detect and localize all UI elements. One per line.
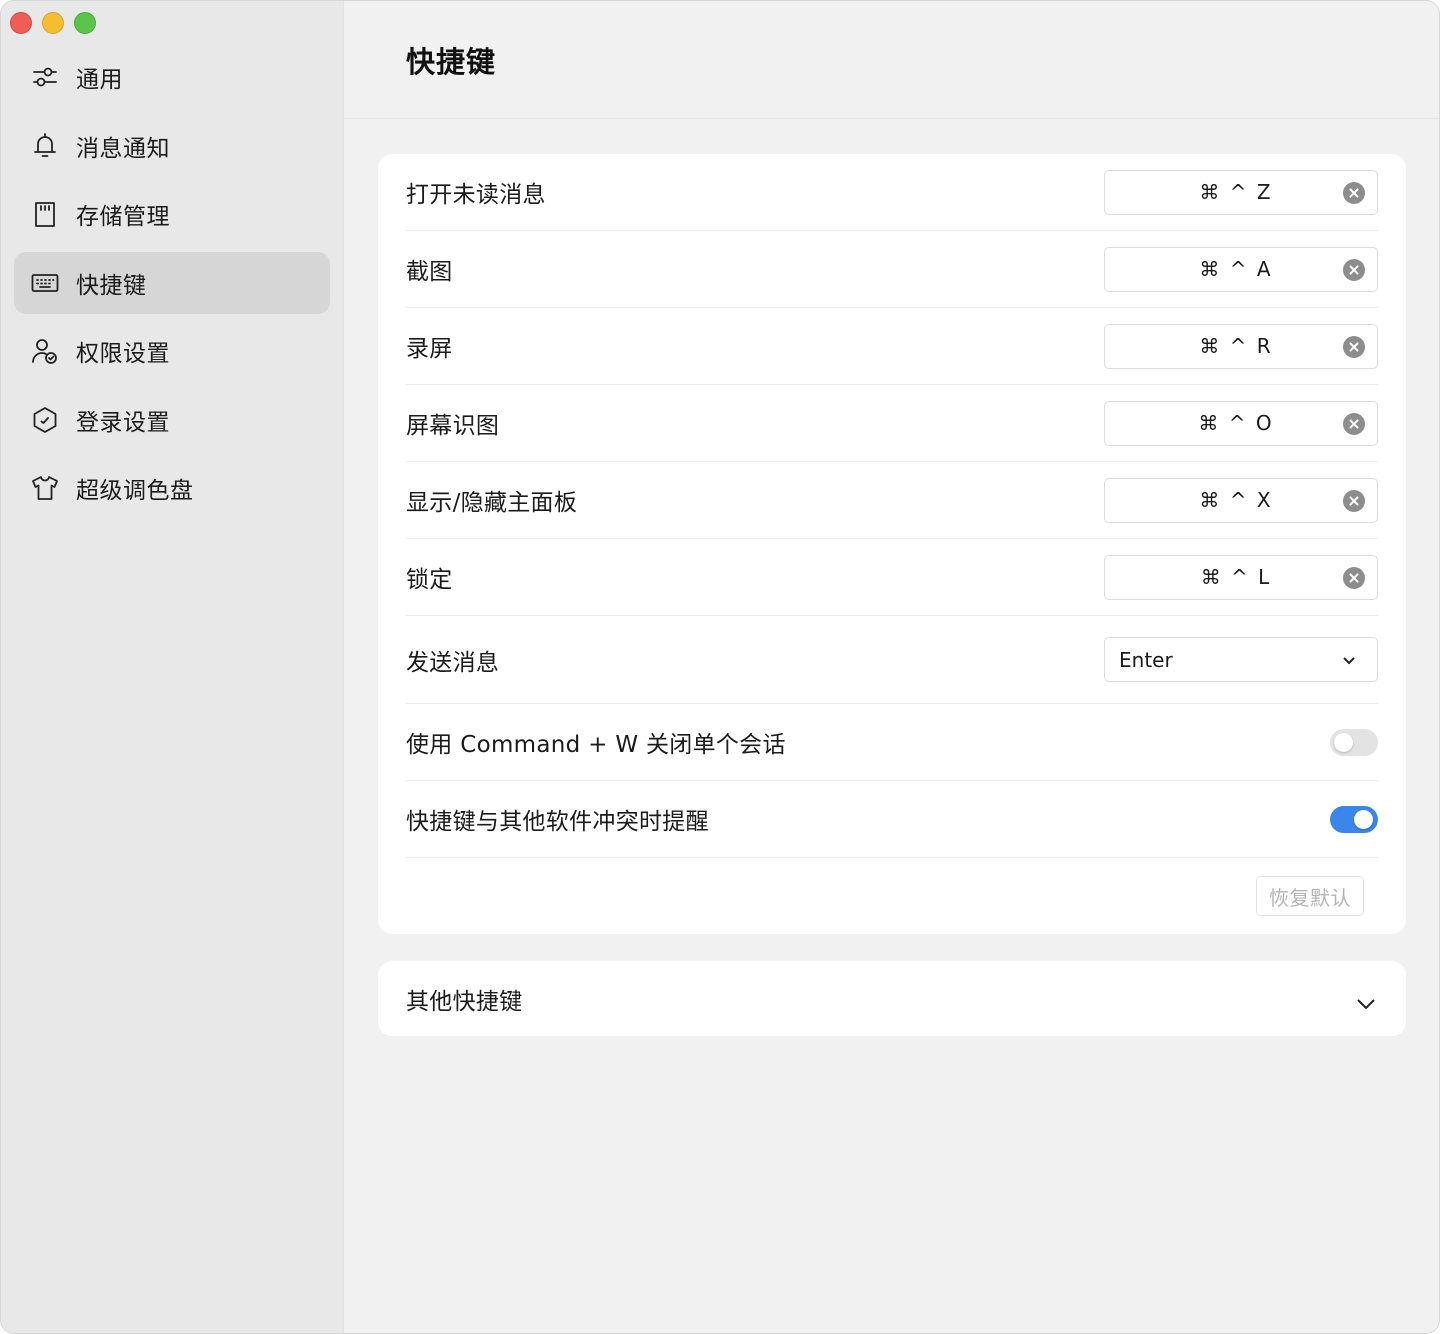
clear-shortcut-icon[interactable] bbox=[1343, 566, 1365, 589]
window-controls bbox=[10, 12, 96, 34]
sidebar-item-palette[interactable]: 超级调色盘 bbox=[14, 457, 330, 519]
sd-card-icon bbox=[29, 198, 61, 230]
sidebar-item-general[interactable]: 通用 bbox=[14, 46, 330, 108]
shortcut-recorder[interactable]: ⌘ ^ X bbox=[1104, 477, 1378, 523]
toggle-knob bbox=[1354, 809, 1373, 829]
shortcut-keys: ⌘ ^ O bbox=[1198, 411, 1274, 435]
shortcut-recorder[interactable]: ⌘ ^ R bbox=[1104, 323, 1378, 369]
send-message-label: 发送消息 bbox=[406, 649, 500, 676]
command-w-toggle[interactable] bbox=[1330, 728, 1378, 756]
user-shield-icon bbox=[29, 335, 61, 367]
restore-defaults-button[interactable]: 恢复默认 bbox=[1256, 876, 1364, 916]
clear-shortcut-icon[interactable] bbox=[1343, 412, 1365, 435]
close-window-button[interactable] bbox=[10, 12, 32, 34]
shortcut-row-record-screen: 录屏 ⌘ ^ R bbox=[406, 308, 1378, 385]
send-message-row: 发送消息 Enter bbox=[406, 616, 1378, 704]
chevron-down-icon[interactable] bbox=[1354, 978, 1378, 1020]
shortcut-row-screenshot: 截图 ⌘ ^ A bbox=[406, 231, 1378, 308]
shortcut-recorder[interactable]: ⌘ ^ Z bbox=[1104, 169, 1378, 215]
sidebar-item-label: 通用 bbox=[76, 67, 123, 93]
shortcut-row-lock: 锁定 ⌘ ^ L bbox=[406, 539, 1378, 616]
sidebar-item-shortcuts[interactable]: 快捷键 bbox=[14, 251, 330, 314]
hexagon-check-icon bbox=[29, 404, 61, 436]
toggle-row-command-w: 使用 Command + W 关闭单个会话 bbox=[406, 704, 1378, 781]
toggle-label: 快捷键与其他软件冲突时提醒 bbox=[406, 809, 709, 835]
shortcut-recorder[interactable]: ⌘ ^ A bbox=[1104, 246, 1378, 292]
shortcut-label: 屏幕识图 bbox=[406, 413, 500, 439]
sidebar-item-label: 快捷键 bbox=[76, 272, 147, 299]
bell-icon bbox=[29, 130, 61, 162]
send-message-value: Enter bbox=[1119, 647, 1173, 672]
sidebar-item-permissions[interactable]: 权限设置 bbox=[14, 320, 330, 382]
other-shortcuts-card[interactable]: 其他快捷键 bbox=[378, 961, 1406, 1036]
shortcut-row-image-recognition: 屏幕识图 ⌘ ^ O bbox=[406, 385, 1378, 462]
sidebar-item-label: 存储管理 bbox=[76, 204, 170, 230]
shortcut-row-toggle-panel: 显示/隐藏主面板 ⌘ ^ X bbox=[406, 462, 1378, 539]
maximize-window-button[interactable] bbox=[74, 12, 96, 34]
clear-shortcut-icon[interactable] bbox=[1343, 181, 1365, 204]
shortcut-keys: ⌘ ^ L bbox=[1200, 565, 1272, 589]
main-panel: 快捷键 打开未读消息 ⌘ ^ Z 截图 ⌘ ^ A 录屏 ⌘ ^ R 屏幕识图 … bbox=[344, 1, 1439, 1333]
shortcuts-card: 打开未读消息 ⌘ ^ Z 截图 ⌘ ^ A 录屏 ⌘ ^ R 屏幕识图 ⌘ ^ … bbox=[378, 154, 1406, 934]
shortcut-label: 显示/隐藏主面板 bbox=[406, 490, 578, 516]
shortcut-recorder[interactable]: ⌘ ^ O bbox=[1104, 400, 1378, 446]
sidebar-nav: 通用 消息通知 存储管理 快捷键 权限设置 登录设置 超级调色盘 bbox=[14, 46, 330, 526]
clear-shortcut-icon[interactable] bbox=[1343, 258, 1365, 281]
keyboard-icon bbox=[29, 267, 61, 299]
conflict-alert-toggle[interactable] bbox=[1330, 805, 1378, 833]
sidebar-item-label: 权限设置 bbox=[76, 341, 170, 367]
chevron-down-icon bbox=[1341, 652, 1357, 668]
minimize-window-button[interactable] bbox=[42, 12, 64, 34]
other-shortcuts-row[interactable]: 其他快捷键 bbox=[406, 961, 1378, 1036]
toggle-row-conflict-alert: 快捷键与其他软件冲突时提醒 bbox=[406, 781, 1378, 858]
sidebar-item-notifications[interactable]: 消息通知 bbox=[14, 115, 330, 177]
clear-shortcut-icon[interactable] bbox=[1343, 489, 1365, 512]
sidebar-item-label: 消息通知 bbox=[76, 135, 170, 162]
shortcut-label: 打开未读消息 bbox=[406, 182, 546, 208]
shortcut-keys: ⌘ ^ X bbox=[1199, 488, 1273, 512]
sidebar-item-storage[interactable]: 存储管理 bbox=[14, 183, 330, 245]
sidebar: 通用 消息通知 存储管理 快捷键 权限设置 登录设置 超级调色盘 bbox=[1, 1, 344, 1333]
shortcut-label: 锁定 bbox=[406, 567, 453, 593]
other-shortcuts-label: 其他快捷键 bbox=[406, 988, 523, 1015]
shortcut-keys: ⌘ ^ A bbox=[1199, 257, 1273, 281]
shortcut-label: 录屏 bbox=[406, 336, 453, 362]
toggle-label: 使用 Command + W 关闭单个会话 bbox=[406, 732, 786, 758]
shortcut-keys: ⌘ ^ Z bbox=[1199, 180, 1273, 204]
clear-shortcut-icon[interactable] bbox=[1343, 335, 1365, 358]
sidebar-item-login[interactable]: 登录设置 bbox=[14, 389, 330, 451]
sliders-icon bbox=[29, 61, 61, 93]
tshirt-icon bbox=[29, 472, 61, 504]
shortcut-recorder[interactable]: ⌘ ^ L bbox=[1104, 554, 1378, 600]
page-header: 快捷键 bbox=[344, 1, 1439, 119]
page-title: 快捷键 bbox=[406, 44, 497, 79]
sidebar-item-label: 登录设置 bbox=[76, 409, 170, 436]
shortcut-label: 截图 bbox=[406, 259, 453, 285]
shortcut-row-open-unread: 打开未读消息 ⌘ ^ Z bbox=[406, 154, 1378, 231]
settings-window: 通用 消息通知 存储管理 快捷键 权限设置 登录设置 超级调色盘 快捷键 打开未… bbox=[0, 0, 1440, 1334]
shortcut-keys: ⌘ ^ R bbox=[1199, 334, 1273, 358]
send-message-select[interactable]: Enter bbox=[1104, 637, 1378, 682]
sidebar-item-label: 超级调色盘 bbox=[76, 478, 194, 504]
toggle-knob bbox=[1334, 732, 1353, 752]
